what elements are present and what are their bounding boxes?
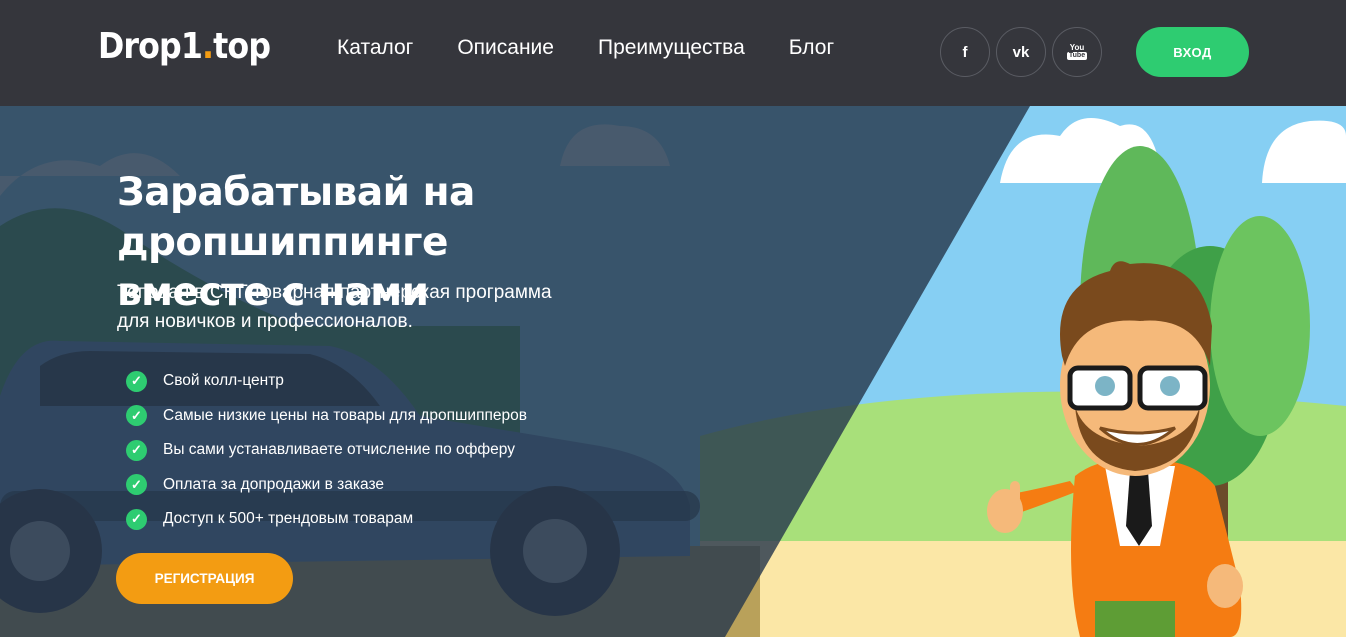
nav-advantages[interactable]: Преимущества xyxy=(598,36,745,60)
hero-subtitle: Топовая в СНГ товарная партнерская прогр… xyxy=(117,282,552,332)
youtube-icon[interactable]: You Tube xyxy=(1052,27,1102,77)
vk-icon[interactable]: vk xyxy=(996,27,1046,77)
check-icon: ✓ xyxy=(126,405,147,427)
hero-section: Зарабатывай на дропшиппинге вместе с нами… xyxy=(0,106,1346,637)
feature-item: ✓ Доступ к 500+ трендовым товарам xyxy=(126,502,527,537)
check-icon: ✓ xyxy=(126,439,147,461)
facebook-icon[interactable]: f xyxy=(940,27,990,77)
feature-list: ✓ Свой колл-центр ✓ Самые низкие цены на т… xyxy=(126,364,527,537)
feature-item: ✓ Оплата за допродажи в заказе xyxy=(126,468,527,503)
login-button[interactable]: ВХОД xyxy=(1136,27,1249,77)
nav-catalog[interactable]: Каталог xyxy=(337,36,413,60)
main-nav: Каталог Описание Преимущества Блог xyxy=(337,36,834,60)
feature-item: ✓ Самые низкие цены на товары для дропшип… xyxy=(126,399,527,434)
feature-item: ✓ Вы сами устанавливаете отчисление по оф… xyxy=(126,433,527,468)
feature-item: ✓ Свой колл-центр xyxy=(126,364,527,399)
check-icon: ✓ xyxy=(126,474,147,496)
nav-description[interactable]: Описание xyxy=(457,36,554,60)
check-icon: ✓ xyxy=(126,508,147,530)
nav-blog[interactable]: Блог xyxy=(789,36,834,60)
check-icon: ✓ xyxy=(126,370,147,392)
register-button[interactable]: РЕГИСТРАЦИЯ xyxy=(116,553,293,604)
site-logo[interactable]: Drop1.top xyxy=(98,26,271,67)
site-header: Drop1.top Каталог Описание Преимущества … xyxy=(0,0,1346,106)
social-links: f vk You Tube xyxy=(940,27,1102,77)
